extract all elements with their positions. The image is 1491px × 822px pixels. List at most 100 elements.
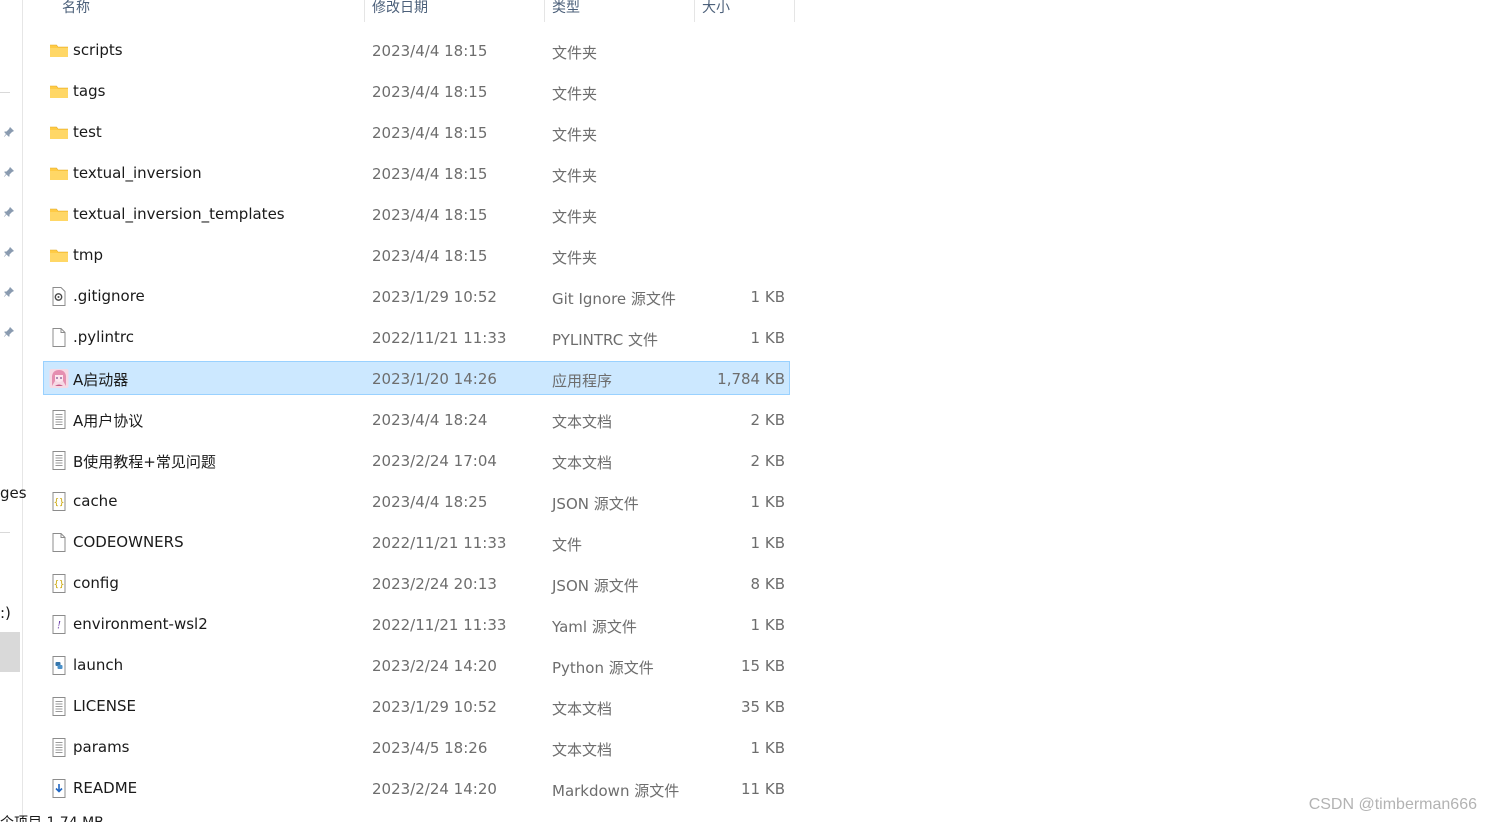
file-size: 1 KB [750,493,785,511]
file-date: 2022/11/21 11:33 [372,534,507,552]
file-row-selected[interactable]: A启动器 2023/1/20 14:26 应用程序 1,784 KB [43,361,790,395]
python-file-icon [49,656,69,675]
file-date: 2023/1/29 10:52 [372,698,497,716]
file-size: 15 KB [741,657,785,675]
file-row[interactable]: A用户协议 2023/4/4 18:24 文本文档 2 KB [43,402,790,436]
file-row[interactable]: textual_inversion_templates 2023/4/4 18:… [43,197,790,231]
file-date: 2023/2/24 14:20 [372,780,497,798]
file-name: LICENSE [73,697,136,715]
column-divider[interactable] [794,0,795,22]
folder-icon [49,164,69,183]
text-file-icon [49,451,69,470]
file-name: README [73,779,138,797]
column-header-type[interactable]: 类型 [552,0,580,22]
file-type: Python 源文件 [552,659,654,677]
app-avatar-icon [49,369,69,388]
file-date: 2023/1/29 10:52 [372,288,497,306]
file-name: launch [73,656,124,674]
config-file-icon [49,287,69,306]
file-date: 2023/2/24 17:04 [372,452,497,470]
file-name: test [73,123,102,141]
file-row[interactable]: LICENSE 2023/1/29 10:52 文本文档 35 KB [43,689,790,723]
file-explorer: ges :) 名称 修改日期 类型 大小 scripts 2023/4/4 18… [0,0,1491,822]
column-header-modified[interactable]: 修改日期 [372,0,428,22]
column-divider[interactable] [364,0,365,22]
file-name: params [73,738,130,756]
file-date: 2023/4/4 18:15 [372,165,488,183]
file-date: 2023/2/24 14:20 [372,657,497,675]
file-name: CODEOWNERS [73,533,184,551]
file-type: JSON 源文件 [552,577,639,595]
file-date: 2022/11/21 11:33 [372,329,507,347]
file-name: textual_inversion_templates [73,205,285,223]
file-size: 1 KB [750,534,785,552]
column-header-size[interactable]: 大小 [702,0,730,22]
file-name: A用户协议 [73,412,144,430]
file-type: 文件夹 [552,249,598,267]
file-row[interactable]: scripts 2023/4/4 18:15 文件夹 [43,33,790,67]
file-row[interactable]: .gitignore 2023/1/29 10:52 Git Ignore 源文… [43,279,790,313]
blank-file-icon [49,533,69,552]
pin-icon[interactable] [3,206,15,218]
file-row[interactable]: tmp 2023/4/4 18:15 文件夹 [43,238,790,272]
pin-icon[interactable] [3,246,15,258]
nav-item-selected[interactable] [0,632,20,672]
file-size: 1 KB [750,739,785,757]
file-row[interactable]: launch 2023/2/24 14:20 Python 源文件 15 KB [43,648,790,682]
file-date: 2023/4/4 18:15 [372,206,488,224]
file-row[interactable]: .pylintrc 2022/11/21 11:33 PYLINTRC 文件 1… [43,320,790,354]
file-row[interactable]: {} cache 2023/4/4 18:25 JSON 源文件 1 KB [43,484,790,518]
text-file-icon [49,697,69,716]
svg-text:!: ! [57,621,61,632]
column-divider[interactable] [544,0,545,22]
yaml-file-icon: ! [49,615,69,634]
nav-divider [0,532,10,533]
file-type: 文本文档 [552,700,613,718]
folder-icon [49,205,69,224]
file-row[interactable]: {} config 2023/2/24 20:13 JSON 源文件 8 KB [43,566,790,600]
navigation-pane: ges :) [0,0,27,822]
file-name: tmp [73,246,104,264]
file-type: 文本文档 [552,454,613,472]
nav-divider [0,92,10,93]
file-type: 文件夹 [552,167,598,185]
file-date: 2023/4/4 18:24 [372,411,488,429]
pin-icon[interactable] [3,326,15,338]
pin-icon[interactable] [3,286,15,298]
json-file-icon: {} [49,574,69,593]
folder-icon [49,123,69,142]
blank-file-icon [49,328,69,347]
file-type: 文件夹 [552,85,598,103]
file-type: 文件夹 [552,126,598,144]
file-name: scripts [73,41,123,59]
file-date: 2023/4/4 18:15 [372,83,488,101]
column-header-name[interactable]: 名称 [62,0,90,22]
folder-icon [49,41,69,60]
nav-item-label[interactable]: :) [0,604,11,622]
file-row[interactable]: CODEOWNERS 2022/11/21 11:33 文件 1 KB [43,525,790,559]
file-size: 1,784 KB [717,370,785,388]
file-type: 文件夹 [552,44,598,62]
file-date: 2023/4/5 18:26 [372,739,488,757]
svg-text:{}: {} [54,498,65,508]
text-file-icon [49,738,69,757]
file-row[interactable]: tags 2023/4/4 18:15 文件夹 [43,74,790,108]
file-row[interactable]: README 2023/2/24 14:20 Markdown 源文件 11 K… [43,771,790,805]
pin-icon[interactable] [3,126,15,138]
file-name: A启动器 [73,371,129,389]
file-type: Yaml 源文件 [552,618,637,636]
file-size: 2 KB [750,452,785,470]
file-name: environment-wsl2 [73,615,208,633]
file-date: 2023/4/4 18:25 [372,493,488,511]
nav-item-label[interactable]: ges [0,484,27,502]
column-divider[interactable] [694,0,695,22]
text-file-icon [49,410,69,429]
file-type: 文本文档 [552,413,613,431]
file-size: 1 KB [750,288,785,306]
file-row[interactable]: ! environment-wsl2 2022/11/21 11:33 Yaml… [43,607,790,641]
file-row[interactable]: textual_inversion 2023/4/4 18:15 文件夹 [43,156,790,190]
file-row[interactable]: params 2023/4/5 18:26 文本文档 1 KB [43,730,790,764]
pin-icon[interactable] [3,166,15,178]
file-row[interactable]: B使用教程+常见问题 2023/2/24 17:04 文本文档 2 KB [43,443,790,477]
file-row[interactable]: test 2023/4/4 18:15 文件夹 [43,115,790,149]
